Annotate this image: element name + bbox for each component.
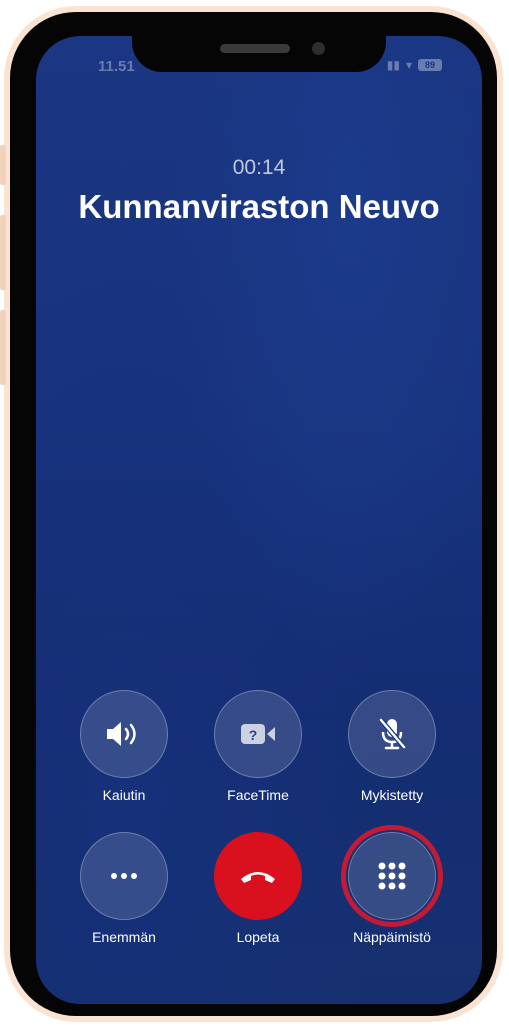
more-button[interactable] [80, 832, 168, 920]
facetime-icon: ? [241, 724, 275, 744]
side-button-volume-up [0, 215, 6, 290]
earpiece-speaker [220, 44, 290, 53]
notch [132, 14, 386, 72]
battery-icon: 89 [418, 59, 442, 71]
front-camera [312, 42, 325, 55]
facetime-button[interactable]: ? [214, 690, 302, 778]
signal-icon: ▮▮ [386, 58, 400, 72]
keypad-highlight-ring [341, 825, 443, 927]
side-button-silent [0, 145, 6, 185]
speaker-icon [107, 722, 136, 746]
end-call-icon [241, 872, 275, 883]
mute-button[interactable] [348, 690, 436, 778]
side-button-volume-down [0, 310, 6, 385]
mic-muted-icon [379, 718, 406, 750]
speaker-button[interactable] [80, 690, 168, 778]
more-label: Enemmän [92, 929, 156, 945]
mute-label: Mykistetty [360, 787, 424, 803]
facetime-label: FaceTime [227, 787, 289, 803]
keypad-label: Näppäimistö [353, 929, 431, 945]
call-timer: 00:14 [232, 156, 286, 179]
end-call-label: Lopeta [236, 929, 280, 945]
status-time: 11.51 [98, 58, 135, 75]
more-icon [111, 873, 137, 879]
svg-text:?: ? [249, 727, 258, 743]
speaker-label: Kaiutin [102, 787, 146, 803]
wifi-icon: ▾ [405, 58, 412, 72]
caller-name: Kunnanviraston Neuvo [78, 188, 440, 225]
end-call-button[interactable] [214, 832, 302, 920]
phone-screen: 11.51 ▮▮ ▾ 89 00:14 Kunnanviraston Neuvo… [36, 36, 482, 1004]
status-indicators: ▮▮ ▾ 89 [387, 58, 442, 72]
